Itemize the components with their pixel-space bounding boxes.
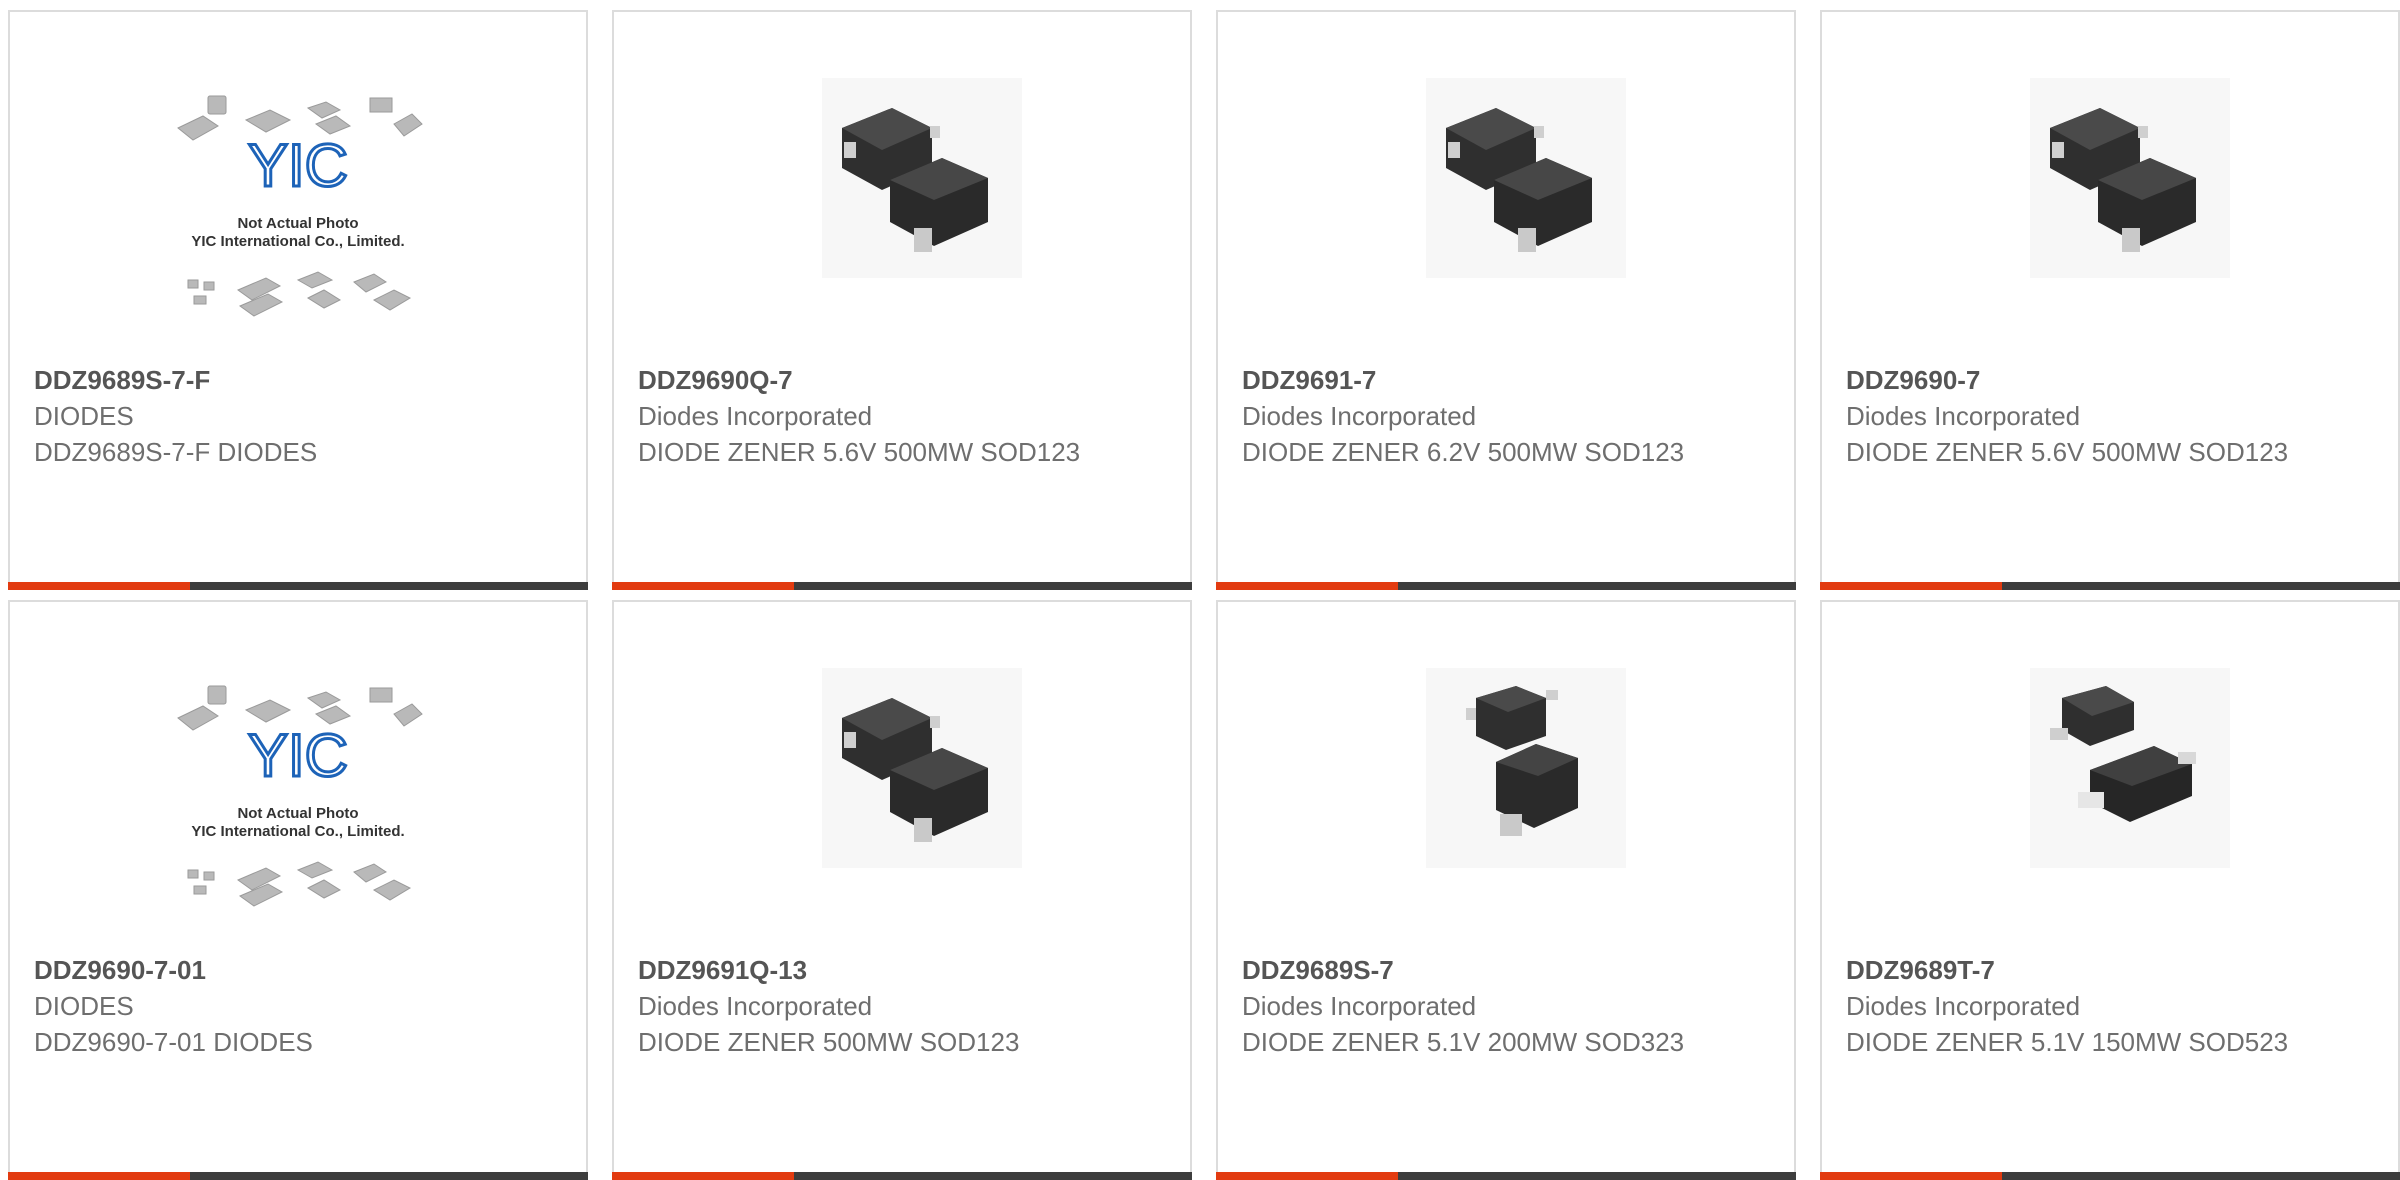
part-number[interactable]: DDZ9689S-7-F (34, 362, 566, 398)
sod123-package-icon (1426, 78, 1626, 278)
description: DIODE ZENER 5.1V 200MW SOD323 (1242, 1027, 1685, 1057)
product-image (762, 658, 1042, 938)
product-image (1366, 658, 1646, 938)
svg-text:YIC International Co., Limited: YIC International Co., Limited. (191, 233, 404, 250)
manufacturer: Diodes Incorporated (1242, 991, 1477, 1021)
card-footer-bar (612, 582, 1192, 590)
svg-text:Not Actual Photo: Not Actual Photo (237, 215, 358, 232)
svg-text:YIC International Co., Limited: YIC International Co., Limited. (191, 823, 404, 840)
card-footer-bar (8, 1172, 588, 1180)
part-number[interactable]: DDZ9690Q-7 (638, 362, 1170, 398)
product-card[interactable]: DDZ9689T-7 Diodes Incorporated DIODE ZEN… (1820, 600, 2400, 1180)
manufacturer: DIODES (34, 401, 134, 431)
sod123-package-icon (822, 668, 1022, 868)
description: DIODE ZENER 6.2V 500MW SOD123 (1242, 437, 1685, 467)
card-footer-bar (1820, 1172, 2400, 1180)
description: DDZ9690-7-01 DIODES (34, 1027, 313, 1057)
description: DIODE ZENER 5.6V 500MW SOD123 (638, 437, 1081, 467)
card-footer-bar (8, 582, 588, 590)
card-accent (612, 1172, 794, 1180)
svg-text:YIC: YIC (248, 722, 348, 789)
svg-text:YIC: YIC (248, 132, 348, 199)
manufacturer: DIODES (34, 991, 134, 1021)
product-image (1970, 68, 2250, 348)
part-number[interactable]: DDZ9690-7 (1846, 362, 2378, 398)
description: DIODE ZENER 5.6V 500MW SOD123 (1846, 437, 2289, 467)
product-image (1970, 658, 2250, 938)
product-image (1366, 68, 1646, 348)
card-accent (8, 1172, 190, 1180)
card-accent (1216, 1172, 1398, 1180)
manufacturer: Diodes Incorporated (1846, 991, 2081, 1021)
description: DIODE ZENER 5.1V 150MW SOD523 (1846, 1027, 2289, 1057)
yic-logo-icon: YIC Not Actual Photo YIC International C… (177, 95, 423, 317)
sod123-package-icon (822, 78, 1022, 278)
sod323-package-icon (1426, 668, 1626, 868)
description: DDZ9689S-7-F DIODES (34, 437, 318, 467)
product-card[interactable]: DDZ9690-7 Diodes Incorporated DIODE ZENE… (1820, 10, 2400, 590)
product-image (762, 68, 1042, 348)
part-number[interactable]: DDZ9689T-7 (1846, 952, 2378, 988)
card-footer-bar (1216, 582, 1796, 590)
product-grid: YIC Not Actual Photo YIC International C… (0, 0, 2400, 1180)
product-card[interactable]: YIC Not Actual Photo YIC International C… (8, 10, 588, 590)
part-number[interactable]: DDZ9691-7 (1242, 362, 1774, 398)
manufacturer: Diodes Incorporated (1242, 401, 1477, 431)
manufacturer: Diodes Incorporated (1846, 401, 2081, 431)
sod523-package-icon (2030, 668, 2230, 868)
card-footer-bar (612, 1172, 1192, 1180)
description: DIODE ZENER 500MW SOD123 (638, 1027, 1020, 1057)
card-accent (1820, 1172, 2002, 1180)
part-number[interactable]: DDZ9689S-7 (1242, 952, 1774, 988)
card-accent (612, 582, 794, 590)
product-card[interactable]: DDZ9691-7 Diodes Incorporated DIODE ZENE… (1216, 10, 1796, 590)
product-card[interactable]: YIC Not Actual Photo YIC International C… (8, 600, 588, 1180)
product-card[interactable]: DDZ9689S-7 Diodes Incorporated DIODE ZEN… (1216, 600, 1796, 1180)
product-image-placeholder: YIC Not Actual Photo YIC International C… (158, 658, 438, 938)
sod123-package-icon (2030, 78, 2230, 278)
product-card[interactable]: DDZ9690Q-7 Diodes Incorporated DIODE ZEN… (612, 10, 1192, 590)
part-number[interactable]: DDZ9691Q-13 (638, 952, 1170, 988)
yic-logo-icon: YIC Not Actual Photo YIC International C… (177, 685, 423, 907)
card-accent (8, 582, 190, 590)
manufacturer: Diodes Incorporated (638, 401, 873, 431)
part-number[interactable]: DDZ9690-7-01 (34, 952, 566, 988)
card-accent (1216, 582, 1398, 590)
manufacturer: Diodes Incorporated (638, 991, 873, 1021)
product-image-placeholder: YIC Not Actual Photo YIC International C… (158, 68, 438, 348)
card-footer-bar (1820, 582, 2400, 590)
card-footer-bar (1216, 1172, 1796, 1180)
card-accent (1820, 582, 2002, 590)
product-card[interactable]: DDZ9691Q-13 Diodes Incorporated DIODE ZE… (612, 600, 1192, 1180)
svg-text:Not Actual Photo: Not Actual Photo (237, 805, 358, 822)
